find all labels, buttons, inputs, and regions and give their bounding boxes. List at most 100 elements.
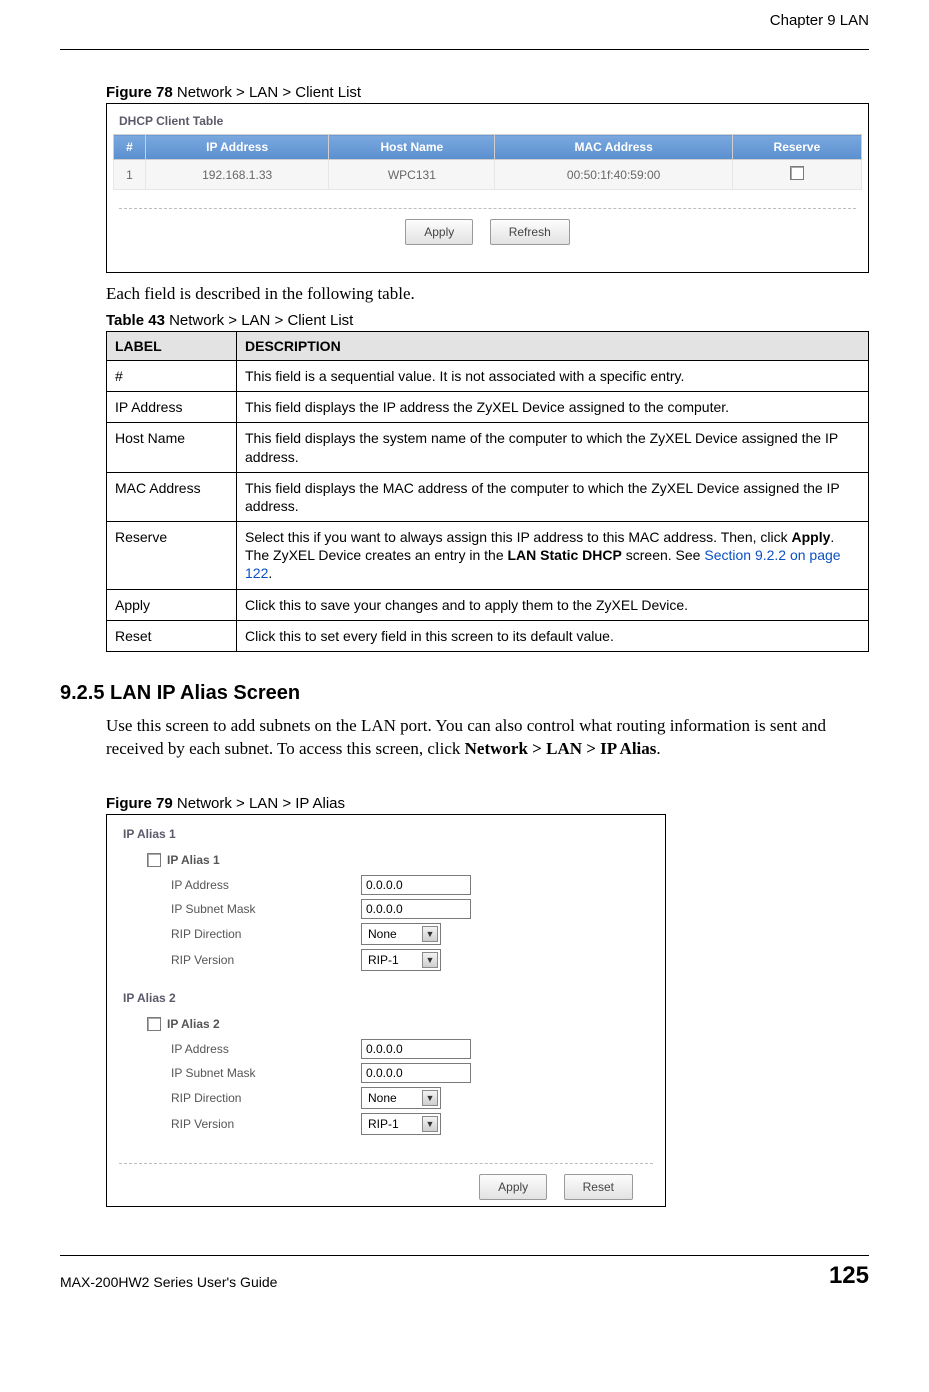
dhcp-head-num: # xyxy=(114,135,146,160)
ip-alias-2-checkbox[interactable] xyxy=(147,1017,161,1031)
ripver-1-value: RIP-1 xyxy=(368,953,399,967)
apply-button[interactable]: Apply xyxy=(479,1174,547,1200)
section-body-post: . xyxy=(656,739,660,758)
figure79-caption: Figure 79 Network > LAN > IP Alias xyxy=(106,795,869,812)
label-ripver-2: RIP Version xyxy=(171,1117,361,1131)
dhcp-head-host: Host Name xyxy=(329,135,495,160)
figure78-caption-text: Network > LAN > Client List xyxy=(177,84,361,101)
ripdir-2-select[interactable]: None ▼ xyxy=(361,1087,441,1109)
ripdir-2-value: None xyxy=(368,1091,397,1105)
label-ripdir-2: RIP Direction xyxy=(171,1091,361,1105)
page-footer: MAX-200HW2 Series User's Guide 125 xyxy=(60,1255,869,1290)
cell-label: Reserve xyxy=(107,522,237,590)
reserve-checkbox[interactable] xyxy=(790,166,804,180)
label-subnet-2: IP Subnet Mask xyxy=(171,1066,361,1080)
footer-page-number: 125 xyxy=(829,1262,869,1290)
divider xyxy=(119,1163,653,1164)
cell-label: Apply xyxy=(107,589,237,620)
cell-label: MAC Address xyxy=(107,472,237,521)
cell-label: # xyxy=(107,360,237,391)
ip-alias-1-section: IP Alias 1 IP Alias 1 IP Address IP Subn… xyxy=(113,821,659,981)
figure78-caption: Figure 78 Network > LAN > Client List xyxy=(106,84,869,101)
table43: LABEL DESCRIPTION # This field is a sequ… xyxy=(106,331,869,652)
top-rule xyxy=(60,49,869,50)
cell-host: WPC131 xyxy=(329,160,495,190)
reserve-desc-bold2: LAN Static DHCP xyxy=(508,547,622,563)
refresh-button[interactable]: Refresh xyxy=(490,219,570,245)
cell-desc: This field displays the MAC address of t… xyxy=(237,472,869,521)
dhcp-client-table: # IP Address Host Name MAC Address Reser… xyxy=(113,134,862,190)
figure79-caption-text: Network > LAN > IP Alias xyxy=(177,795,345,812)
subnet-2-input[interactable] xyxy=(361,1063,471,1083)
section-heading-9-2-5: 9.2.5 LAN IP Alias Screen xyxy=(60,682,869,705)
cell-mac: 00:50:1f:40:59:00 xyxy=(495,160,732,190)
dhcp-panel-title: DHCP Client Table xyxy=(119,114,862,128)
section-body: Use this screen to add subnets on the LA… xyxy=(106,715,869,761)
ripver-2-select[interactable]: RIP-1 ▼ xyxy=(361,1113,441,1135)
chapter-header: Chapter 9 LAN xyxy=(60,12,869,29)
ripdir-1-value: None xyxy=(368,927,397,941)
label-ripver-1: RIP Version xyxy=(171,953,361,967)
chevron-down-icon: ▼ xyxy=(422,1116,438,1132)
ip-alias-1-checkbox[interactable] xyxy=(147,853,161,867)
chevron-down-icon: ▼ xyxy=(422,1090,438,1106)
cell-label: Host Name xyxy=(107,423,237,472)
cell-desc: This field is a sequential value. It is … xyxy=(237,360,869,391)
ip-address-2-input[interactable] xyxy=(361,1039,471,1059)
reserve-desc-end: . xyxy=(268,565,272,581)
table-row: Host Name This field displays the system… xyxy=(107,423,869,472)
figure79-screenshot: IP Alias 1 IP Alias 1 IP Address IP Subn… xyxy=(106,814,666,1207)
figure78-screenshot: DHCP Client Table # IP Address Host Name… xyxy=(106,103,869,273)
apply-button[interactable]: Apply xyxy=(405,219,473,245)
table43-label: Table 43 xyxy=(106,312,169,329)
cell-desc: Click this to set every field in this sc… xyxy=(237,620,869,651)
ip-alias-1-check-label: IP Alias 1 xyxy=(167,853,220,867)
ip-address-1-input[interactable] xyxy=(361,875,471,895)
table-row: MAC Address This field displays the MAC … xyxy=(107,472,869,521)
cell-desc: Click this to save your changes and to a… xyxy=(237,589,869,620)
cell-desc: Select this if you want to always assign… xyxy=(237,522,869,590)
ip-alias-1-title: IP Alias 1 xyxy=(113,821,659,847)
table43-caption: Table 43 Network > LAN > Client List xyxy=(106,312,869,329)
cell-label: IP Address xyxy=(107,392,237,423)
dhcp-head-mac: MAC Address xyxy=(495,135,732,160)
table-row: Reset Click this to set every field in t… xyxy=(107,620,869,651)
reserve-desc-bold1: Apply xyxy=(792,529,831,545)
dhcp-head-reserve: Reserve xyxy=(732,135,861,160)
ip-alias-2-check-label: IP Alias 2 xyxy=(167,1017,220,1031)
chevron-down-icon: ▼ xyxy=(422,926,438,942)
footer-guide-title: MAX-200HW2 Series User's Guide xyxy=(60,1274,277,1290)
reset-button[interactable]: Reset xyxy=(564,1174,633,1200)
table-row: # This field is a sequential value. It i… xyxy=(107,360,869,391)
ripver-1-select[interactable]: RIP-1 ▼ xyxy=(361,949,441,971)
table-row: Reserve Select this if you want to alway… xyxy=(107,522,869,590)
th-label: LABEL xyxy=(107,331,237,360)
th-desc: DESCRIPTION xyxy=(237,331,869,360)
ip-alias-2-title: IP Alias 2 xyxy=(113,985,659,1011)
cell-num: 1 xyxy=(114,160,146,190)
table-row: IP Address This field displays the IP ad… xyxy=(107,392,869,423)
figure78-label: Figure 78 xyxy=(106,84,177,101)
label-ip-address-1: IP Address xyxy=(171,878,361,892)
figure79-label: Figure 79 xyxy=(106,795,177,812)
subnet-1-input[interactable] xyxy=(361,899,471,919)
cell-desc: This field displays the system name of t… xyxy=(237,423,869,472)
ripver-2-value: RIP-1 xyxy=(368,1117,399,1131)
cell-desc: This field displays the IP address the Z… xyxy=(237,392,869,423)
section-body-bold: Network > LAN > IP Alias xyxy=(465,739,657,758)
ip-alias-2-section: IP Alias 2 IP Alias 2 IP Address IP Subn… xyxy=(113,985,659,1145)
cell-reserve xyxy=(732,160,861,190)
cell-label: Reset xyxy=(107,620,237,651)
label-ip-address-2: IP Address xyxy=(171,1042,361,1056)
table-row: Apply Click this to save your changes an… xyxy=(107,589,869,620)
cell-ip: 192.168.1.33 xyxy=(146,160,329,190)
label-subnet-1: IP Subnet Mask xyxy=(171,902,361,916)
table-row: 1 192.168.1.33 WPC131 00:50:1f:40:59:00 xyxy=(114,160,862,190)
label-ripdir-1: RIP Direction xyxy=(171,927,361,941)
chevron-down-icon: ▼ xyxy=(422,952,438,968)
dhcp-head-ip: IP Address xyxy=(146,135,329,160)
reserve-desc-post: screen. See xyxy=(622,547,705,563)
reserve-desc-pre: Select this if you want to always assign… xyxy=(245,529,792,545)
divider xyxy=(119,208,856,209)
ripdir-1-select[interactable]: None ▼ xyxy=(361,923,441,945)
